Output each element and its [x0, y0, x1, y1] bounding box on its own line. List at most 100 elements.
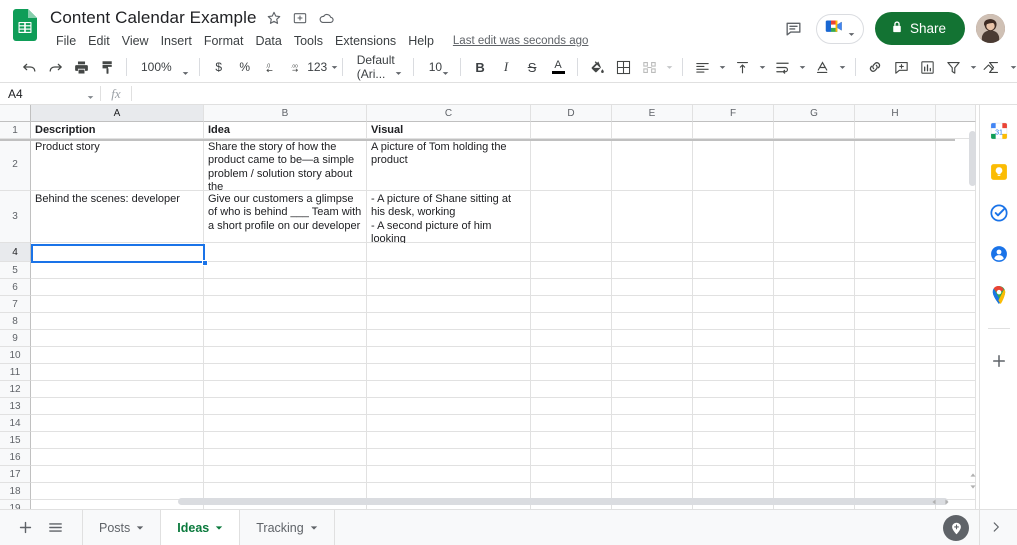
vertical-scrollbar[interactable]: [966, 123, 979, 495]
cell-B3[interactable]: Give our customers a glimpse of who is b…: [204, 191, 367, 243]
explore-icon[interactable]: [943, 515, 969, 541]
chevron-down-icon[interactable]: [310, 521, 318, 535]
cell-E4[interactable]: [612, 243, 693, 262]
cell-E16[interactable]: [612, 449, 693, 466]
fill-handle[interactable]: [202, 260, 208, 266]
menu-insert[interactable]: Insert: [155, 33, 198, 49]
cell-D4[interactable]: [531, 243, 612, 262]
insert-chart-icon[interactable]: [914, 54, 940, 80]
cell-H5[interactable]: [855, 262, 936, 279]
google-contacts-icon[interactable]: [988, 243, 1010, 265]
cell-B5[interactable]: [204, 262, 367, 279]
user-avatar[interactable]: [976, 14, 1005, 43]
cell-D10[interactable]: [531, 347, 612, 364]
cell-G7[interactable]: [774, 296, 855, 313]
row-header-3[interactable]: 3: [0, 191, 31, 243]
cell-H9[interactable]: [855, 330, 936, 347]
cell-B11[interactable]: [204, 364, 367, 381]
cell-F16[interactable]: [693, 449, 774, 466]
cell-H7[interactable]: [855, 296, 936, 313]
name-box[interactable]: A4: [0, 83, 100, 104]
font-size-selector[interactable]: 10: [420, 54, 454, 80]
cell-A4[interactable]: [31, 243, 204, 262]
cell-D13[interactable]: [531, 398, 612, 415]
cell-F6[interactable]: [693, 279, 774, 296]
redo-icon[interactable]: [42, 54, 68, 80]
cell-F14[interactable]: [693, 415, 774, 432]
cell-A3[interactable]: Behind the scenes: developer: [31, 191, 204, 243]
cell-E10[interactable]: [612, 347, 693, 364]
row-header-9[interactable]: 9: [0, 330, 31, 347]
cell-B13[interactable]: [204, 398, 367, 415]
row-header-8[interactable]: 8: [0, 313, 31, 330]
chevron-down-icon[interactable]: [136, 521, 144, 535]
cell-A15[interactable]: [31, 432, 204, 449]
cell-B6[interactable]: [204, 279, 367, 296]
expand-side-panel-icon[interactable]: [986, 517, 1006, 537]
cell-H3[interactable]: [855, 191, 936, 243]
insert-link-icon[interactable]: [862, 54, 888, 80]
cell-C7[interactable]: [367, 296, 531, 313]
cell-E2[interactable]: [612, 139, 693, 191]
cell-D1[interactable]: [531, 122, 612, 139]
cell-B8[interactable]: [204, 313, 367, 330]
text-rotation-dropdown[interactable]: [835, 54, 849, 80]
cell-E5[interactable]: [612, 262, 693, 279]
cell-C1[interactable]: Visual: [367, 122, 531, 139]
cell-G17[interactable]: [774, 466, 855, 483]
cell-C17[interactable]: [367, 466, 531, 483]
paint-format-icon[interactable]: [94, 54, 120, 80]
cell-C5[interactable]: [367, 262, 531, 279]
cell-E17[interactable]: [612, 466, 693, 483]
cell-A13[interactable]: [31, 398, 204, 415]
cell-B14[interactable]: [204, 415, 367, 432]
cell-G15[interactable]: [774, 432, 855, 449]
column-header-F[interactable]: F: [693, 105, 774, 122]
cell-E15[interactable]: [612, 432, 693, 449]
cell-D12[interactable]: [531, 381, 612, 398]
collapse-toolbar-icon[interactable]: [975, 54, 1001, 80]
cell-E8[interactable]: [612, 313, 693, 330]
sheet-tab-ideas[interactable]: Ideas: [161, 510, 240, 545]
cell-D6[interactable]: [531, 279, 612, 296]
cell-C16[interactable]: [367, 449, 531, 466]
cell-F13[interactable]: [693, 398, 774, 415]
cell-G14[interactable]: [774, 415, 855, 432]
column-header-D[interactable]: D: [531, 105, 612, 122]
row-header-14[interactable]: 14: [0, 415, 31, 432]
cell-C3[interactable]: - A picture of Shane sitting at his desk…: [367, 191, 531, 243]
cell-B15[interactable]: [204, 432, 367, 449]
row-header-4[interactable]: 4: [0, 243, 31, 262]
cell-G1[interactable]: [774, 122, 855, 139]
horizontal-align-dropdown[interactable]: [715, 54, 729, 80]
comment-history-icon[interactable]: [783, 18, 805, 40]
cell-D5[interactable]: [531, 262, 612, 279]
merge-cells-dropdown[interactable]: [662, 54, 676, 80]
cell-A1[interactable]: Description: [31, 122, 204, 139]
column-header-E[interactable]: E: [612, 105, 693, 122]
menu-tools[interactable]: Tools: [288, 33, 329, 49]
scroll-right-arrow[interactable]: [940, 495, 953, 509]
cell-C12[interactable]: [367, 381, 531, 398]
vertical-align-dropdown[interactable]: [755, 54, 769, 80]
cell-E7[interactable]: [612, 296, 693, 313]
cell-F9[interactable]: [693, 330, 774, 347]
cell-G9[interactable]: [774, 330, 855, 347]
cell-F7[interactable]: [693, 296, 774, 313]
menu-edit[interactable]: Edit: [82, 33, 116, 49]
decrease-decimal-button[interactable]: .0: [258, 54, 284, 80]
menu-format[interactable]: Format: [198, 33, 250, 49]
add-on-plus-icon[interactable]: [988, 350, 1010, 372]
scroll-down-arrow[interactable]: [966, 481, 979, 493]
cell-B9[interactable]: [204, 330, 367, 347]
text-wrapping-icon[interactable]: [769, 54, 795, 80]
cell-G12[interactable]: [774, 381, 855, 398]
cell-G16[interactable]: [774, 449, 855, 466]
cloud-saved-icon[interactable]: [318, 10, 335, 27]
row-header-19[interactable]: 19: [0, 500, 31, 509]
cell-E1[interactable]: [612, 122, 693, 139]
cell-A11[interactable]: [31, 364, 204, 381]
menu-view[interactable]: View: [116, 33, 155, 49]
cell-G10[interactable]: [774, 347, 855, 364]
horizontal-scrollbar[interactable]: [31, 495, 966, 509]
